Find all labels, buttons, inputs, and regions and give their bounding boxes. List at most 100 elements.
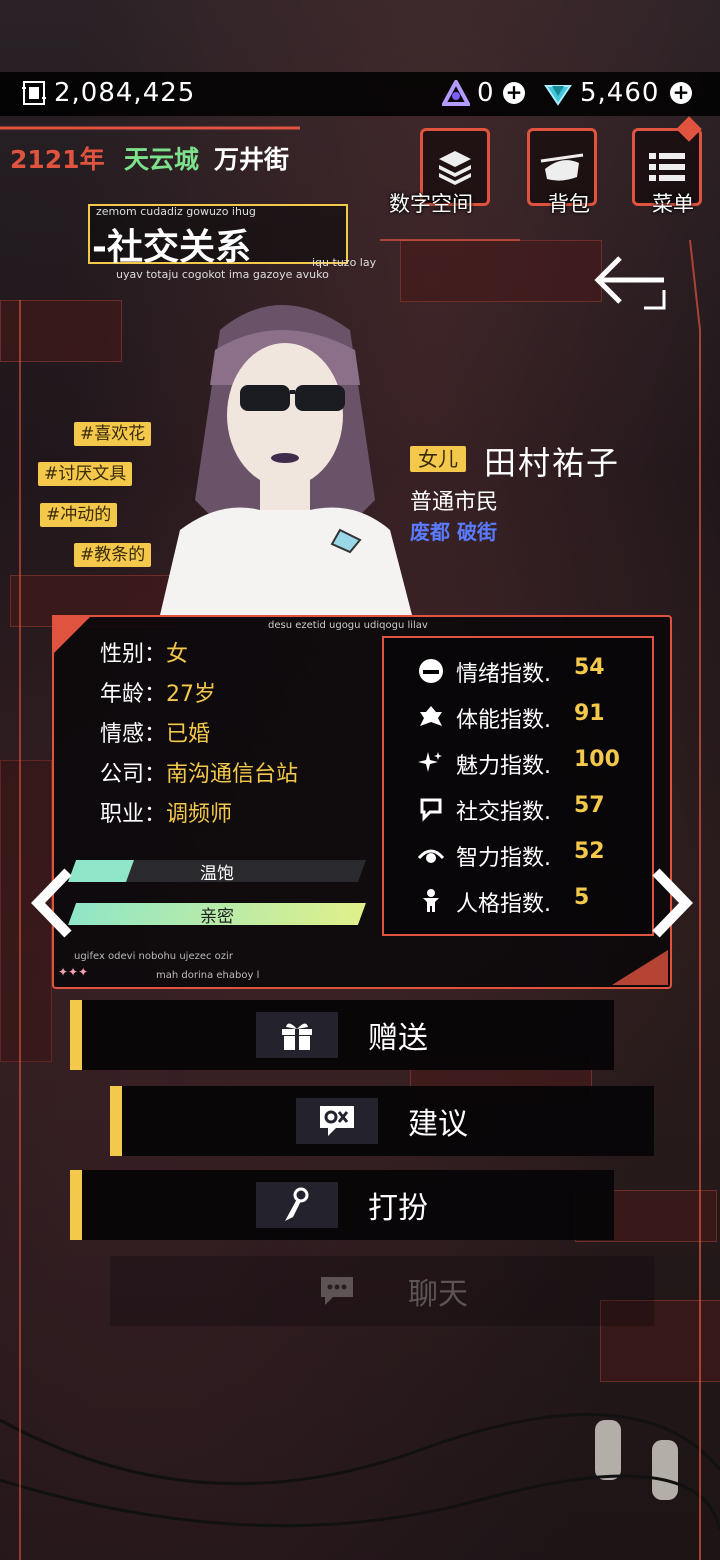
stat-row: 情绪指数. 54 [418,652,648,688]
chip-icon [22,81,46,105]
mood-icon [419,659,443,683]
back-arrow-button[interactable] [590,250,674,314]
diamond-gem-icon [544,85,572,106]
suggest-label: 建议 [408,1107,468,1142]
profile-value: 27岁 [166,682,217,707]
location-year: 2121年 [10,145,105,174]
suggest-button-accent [110,1086,122,1156]
dress-up-button[interactable]: 打扮 [70,1170,614,1240]
location-city: 天云城 [124,145,200,174]
profile-sep: ： [144,722,167,747]
stat-label: 智力指数. [456,846,551,871]
suggest-icon-box [296,1098,378,1144]
eye-icon [418,849,444,863]
stat-label: 人格指数. [456,892,551,917]
currency-a-value: 0 [477,78,494,108]
profile-row: 公司：南沟通信台站 [100,756,298,788]
stat-row: 人格指数. 5 [418,882,648,918]
stamina-icon [420,706,442,726]
menu-label: 菜单 [652,192,694,216]
profile-key: 情感 [100,722,145,747]
sparkle-icon [418,752,442,772]
social-icon [420,798,442,822]
next-character-button[interactable] [650,868,696,938]
trait-tag: #喜欢花 [74,422,152,446]
stat-row: 魅力指数. 100 [418,744,668,780]
stat-value: 5 [574,885,590,910]
gift-button-accent [70,1000,82,1070]
stat-value: 100 [574,747,620,772]
gift-label: 赠送 [368,1021,428,1056]
stat-value: 54 [574,655,605,680]
profile-value: 已婚 [166,722,211,747]
gift-button[interactable]: 赠送 [70,1000,614,1070]
character-portrait [160,305,412,615]
stat-label: 情绪指数. [456,662,551,687]
profile-value: 调频师 [166,802,233,827]
profile-key: 职业 [100,802,145,827]
panel-stars: ✦✦✦ [58,965,89,979]
money-value: 2,084,425 [54,78,196,108]
panel-glyph-top: desu ezetid ugogu udiqogu lilav [268,620,428,631]
section-glyph-bottom: uyav totaju cogokot ima gazoye avuko [116,268,329,281]
layers-icon [439,151,471,185]
triangle-gem-icon [442,80,470,106]
add-currency-b-button[interactable]: + [670,82,692,104]
profile-key: 性别 [100,642,145,667]
trait-tag: #讨厌文具 [38,462,133,486]
profile-sep: ： [144,802,167,827]
dress-icon-box [256,1182,338,1228]
stat-row: 智力指数. 52 [418,836,648,872]
bag-icon [540,153,584,181]
dress-icon [285,1187,309,1221]
dress-up-button-accent [70,1170,82,1240]
suggest-button[interactable]: 建议 [110,1086,654,1156]
panel-glyph-bottom-1: ugifex odevi nobohu ujezec ozir [74,951,233,962]
warmth-bar-fill [67,860,135,882]
suggest-icon [320,1106,354,1136]
section-glyph-top: zemom cudadiz gowuzo ihug [96,205,256,218]
trait-tag: #教条的 [74,543,152,567]
add-currency-a-button[interactable]: + [503,82,525,104]
character-district: 废都 破街 [410,520,497,544]
character-class: 普通市民 [410,490,499,515]
profile-value: 南沟通信台站 [166,762,299,787]
list-icon [649,153,685,181]
profile-sep: ： [144,762,167,787]
profile-sep: ： [144,642,167,667]
profile-row: 职业：调频师 [100,796,232,828]
stat-label: 社交指数. [456,800,551,825]
character-name: 田村祐子 [484,444,621,482]
stat-value: 91 [574,701,605,726]
stat-label: 魅力指数. [456,754,551,779]
stat-row: 体能指数. 91 [418,698,648,734]
profile-row: 性别：女 [100,636,188,668]
profile-sep: ： [144,682,167,707]
relation-badge: 女儿 [410,446,466,472]
chat-icon [321,1277,353,1305]
chat-button[interactable]: 聊天 [110,1256,654,1326]
profile-value: 女 [166,642,189,667]
chat-icon-box [296,1268,378,1314]
stat-value: 57 [574,793,605,818]
profile-key: 公司 [100,762,145,787]
dress-up-label: 打扮 [368,1191,428,1226]
digital-space-label: 数字空间 [389,192,473,216]
intimacy-bar-label: 亲密 [200,907,234,927]
warmth-bar-label: 温饱 [200,864,234,884]
section-title: -社交关系 [92,227,251,268]
person-icon [423,889,439,912]
chat-label: 聊天 [408,1277,468,1312]
gift-icon-box [256,1012,338,1058]
stat-label: 体能指数. [456,708,551,733]
gift-icon [282,1023,312,1050]
backpack-label: 背包 [548,192,590,216]
trait-tag: #冲动的 [40,503,118,527]
profile-row: 年龄：27岁 [100,676,216,708]
profile-key: 年龄 [100,682,145,707]
stat-value: 52 [574,839,605,864]
profile-row: 情感：已婚 [100,716,210,748]
panel-glyph-bottom-2: mah dorina ehaboy l [156,970,260,981]
prev-character-button[interactable] [28,868,74,938]
currency-b-value: 5,460 [580,78,660,108]
